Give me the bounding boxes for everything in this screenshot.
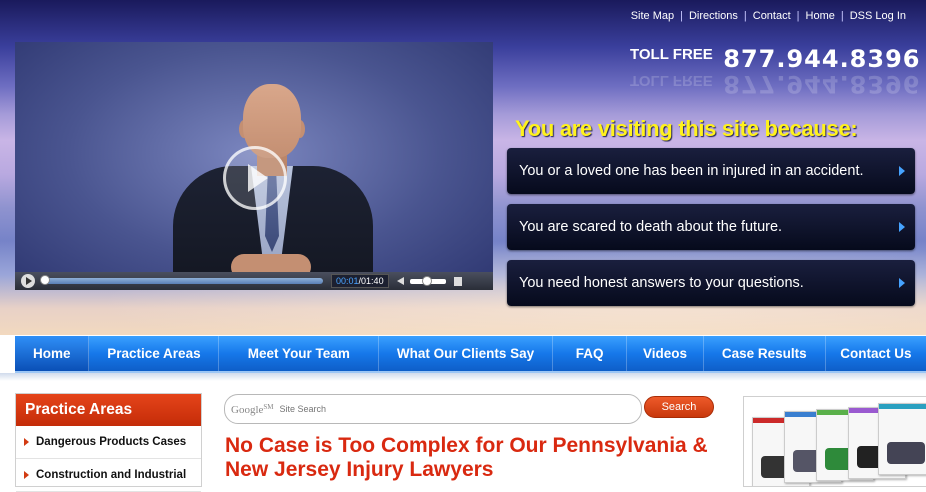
utility-links: Site Map | Directions | Contact | Home |…	[631, 10, 906, 22]
seek-bar[interactable]	[40, 275, 323, 285]
practice-area-label: Construction and Industrial	[36, 469, 187, 481]
play-icon	[248, 164, 268, 192]
phone-number: 877.944.8396	[723, 45, 921, 73]
nav-videos[interactable]: Videos	[627, 336, 704, 371]
phone-number-reflection: 877.944.8396	[723, 70, 921, 98]
reason-button-scared[interactable]: You are scared to death about the future…	[507, 204, 915, 250]
dss-login-link[interactable]: DSS Log In	[850, 10, 906, 22]
books-promo[interactable]	[743, 396, 926, 487]
practice-areas-panel: Practice Areas Dangerous Products Cases …	[15, 393, 202, 492]
service-mark: SM	[263, 402, 274, 411]
google-logo-text: Google	[231, 403, 264, 416]
nav-shadow	[0, 373, 926, 381]
practice-area-item[interactable]: Construction and Industrial	[16, 459, 201, 492]
reason-label: You need honest answers to your question…	[519, 275, 804, 291]
volume-icon[interactable]	[396, 277, 404, 285]
main-nav: Home Practice Areas Meet Your Team What …	[15, 336, 926, 373]
toll-free-label: TOLL FREE	[630, 46, 713, 63]
play-overlay-icon[interactable]	[223, 146, 287, 210]
nav-practice-areas[interactable]: Practice Areas	[89, 336, 220, 371]
practice-area-item[interactable]: Dangerous Products Cases	[16, 426, 201, 459]
toll-free-phone: TOLL FREE 877.944.8396	[630, 45, 920, 73]
practice-area-label: Dangerous Products Cases	[36, 436, 187, 448]
home-link[interactable]: Home	[806, 10, 835, 22]
contact-link[interactable]: Contact	[753, 10, 791, 22]
reason-label: You are scared to death about the future…	[519, 219, 783, 235]
separator: |	[680, 10, 683, 22]
nav-meet-your-team[interactable]: Meet Your Team	[219, 336, 380, 371]
video-controls: 00:01/01:40	[15, 272, 493, 290]
visiting-heading: You are visiting this site because:	[515, 116, 858, 141]
site-search-box: GoogleSM	[224, 394, 642, 424]
bullet-arrow-icon	[24, 471, 29, 479]
book-image	[887, 442, 925, 464]
practice-areas-title: Practice Areas	[16, 394, 201, 426]
current-time: 00:01	[336, 276, 359, 286]
site-map-link[interactable]: Site Map	[631, 10, 674, 22]
directions-link[interactable]: Directions	[689, 10, 738, 22]
chevron-right-icon	[899, 222, 905, 232]
reason-button-answers[interactable]: You need honest answers to your question…	[507, 260, 915, 306]
nav-faq[interactable]: FAQ	[553, 336, 628, 371]
fullscreen-icon[interactable]	[453, 276, 462, 286]
video-player[interactable]: 00:01/01:40	[15, 42, 493, 290]
separator: |	[796, 10, 800, 22]
search-button[interactable]: Search	[644, 396, 714, 418]
separator: |	[743, 10, 747, 22]
seek-handle[interactable]	[40, 275, 50, 285]
bullet-arrow-icon	[24, 438, 29, 446]
chevron-right-icon	[899, 166, 905, 176]
duration: 01:40	[361, 276, 384, 286]
chevron-right-icon	[899, 278, 905, 288]
time-display: 00:01/01:40	[331, 274, 389, 288]
book-cover	[878, 403, 926, 475]
phone-reflection: TOLL FREE 877.944.8396	[630, 70, 920, 98]
play-button[interactable]	[21, 274, 35, 288]
nav-home[interactable]: Home	[15, 336, 90, 371]
nav-what-our-clients-say[interactable]: What Our Clients Say	[379, 336, 553, 371]
search-input[interactable]	[277, 403, 612, 415]
nav-case-results[interactable]: Case Results	[704, 336, 826, 371]
toll-free-label-reflection: TOLL FREE	[630, 72, 713, 89]
page-headline: No Case is Too Complex for Our Pennsylva…	[225, 434, 708, 481]
volume-slider[interactable]	[409, 275, 446, 286]
separator: |	[840, 10, 844, 22]
book-band	[879, 404, 926, 409]
hero-banner: Site Map | Directions | Contact | Home |…	[0, 0, 926, 335]
reason-button-injured[interactable]: You or a loved one has been in injured i…	[507, 148, 915, 194]
google-logo: GoogleSM	[231, 403, 274, 416]
nav-contact-us[interactable]: Contact Us	[826, 336, 926, 371]
reason-label: You or a loved one has been in injured i…	[519, 163, 864, 179]
